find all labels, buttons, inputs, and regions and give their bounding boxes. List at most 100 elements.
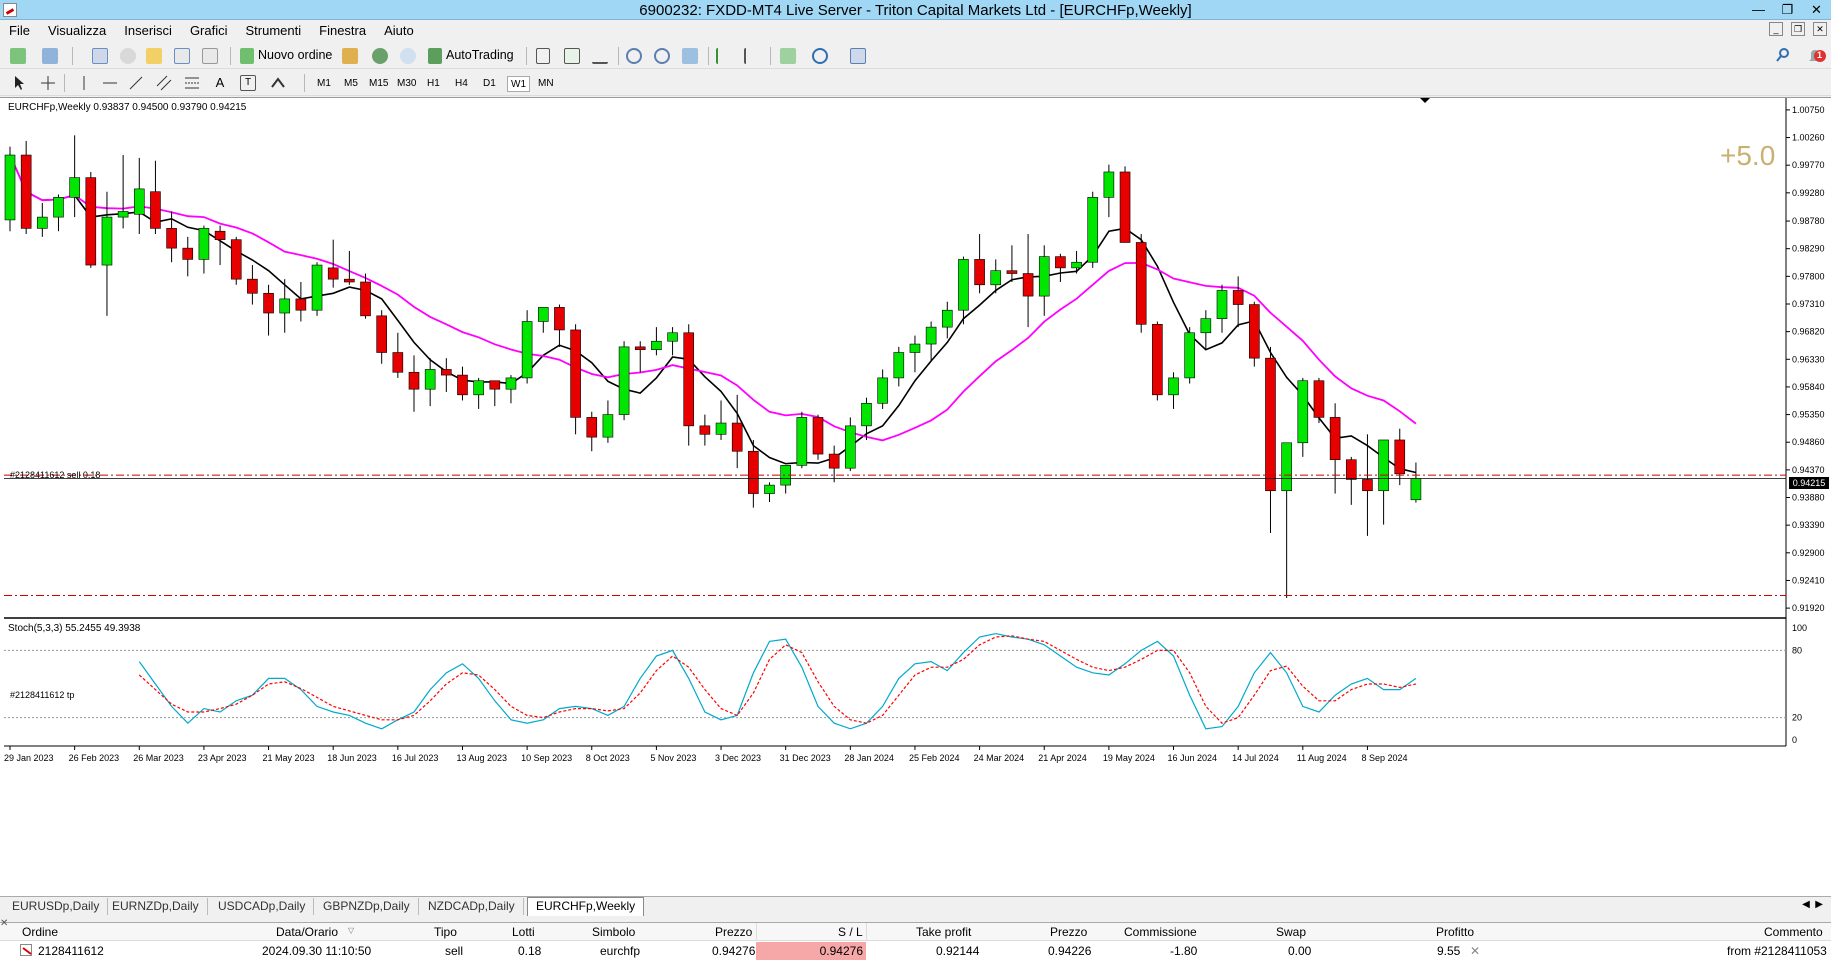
candle-body[interactable] <box>182 247 194 260</box>
mql5-community-icon[interactable] <box>400 48 416 64</box>
candle-body[interactable] <box>861 402 872 427</box>
candle-body[interactable] <box>247 278 258 294</box>
candle-body[interactable] <box>1119 171 1131 243</box>
candle-body[interactable] <box>925 326 937 345</box>
menu-file[interactable]: File <box>0 20 39 38</box>
candle-body[interactable] <box>473 380 484 396</box>
candle-body[interactable] <box>1103 171 1115 198</box>
candle-body[interactable] <box>1038 256 1050 297</box>
col-price[interactable]: Prezzo <box>715 925 752 939</box>
candle-body[interactable] <box>327 267 339 280</box>
candle-body[interactable] <box>651 340 662 350</box>
candle-body[interactable] <box>117 211 129 218</box>
candle-body[interactable] <box>1313 380 1325 418</box>
tf-w1[interactable]: W1 <box>507 76 530 92</box>
candle-body[interactable] <box>990 270 1002 286</box>
terminal-close-icon[interactable]: ✕ <box>0 918 8 929</box>
candle-body[interactable] <box>537 307 549 322</box>
vertical-line-icon[interactable] <box>76 75 92 91</box>
candle-body[interactable] <box>37 216 48 229</box>
tile-windows-icon[interactable] <box>682 48 698 64</box>
zoom-out-icon[interactable] <box>654 48 670 64</box>
candle-body[interactable] <box>618 346 630 415</box>
candle-body[interactable] <box>699 425 711 435</box>
candle-body[interactable] <box>554 307 565 331</box>
bar-chart-icon[interactable] <box>536 48 550 64</box>
candle-body[interactable] <box>586 417 598 438</box>
arrows-icon[interactable] <box>270 75 286 91</box>
candle-body[interactable] <box>1410 478 1422 501</box>
candle-body[interactable] <box>877 377 888 404</box>
horizontal-line-icon[interactable] <box>102 75 118 91</box>
candle-body[interactable] <box>812 417 824 455</box>
col-type[interactable]: Tipo <box>434 925 457 939</box>
chart-shift-icon[interactable] <box>716 48 732 64</box>
terminal-icon[interactable] <box>174 48 190 64</box>
candle-body[interactable] <box>958 259 969 311</box>
close-order-icon[interactable]: ✕ <box>1470 944 1480 958</box>
candle-body[interactable] <box>764 484 775 494</box>
candle-body[interactable] <box>408 371 420 390</box>
new-chart-icon[interactable] <box>10 48 26 64</box>
candle-body[interactable] <box>1006 270 1018 274</box>
templates-icon[interactable] <box>850 48 866 64</box>
candle-body[interactable] <box>715 422 727 435</box>
autotrading-button[interactable]: AutoTrading <box>446 48 514 62</box>
candle-body[interactable] <box>748 450 759 494</box>
new-order-button[interactable]: Nuovo ordine <box>258 48 332 62</box>
tab-gbpnzdp-daily[interactable]: GBPNZDp,Daily <box>315 898 419 915</box>
tab-eurnzdp-daily[interactable]: EURNZDp,Daily <box>104 898 208 915</box>
col-profit[interactable]: Profitto <box>1436 925 1474 939</box>
col-order[interactable]: Ordine <box>22 925 58 939</box>
strategy-tester-icon[interactable] <box>202 48 218 64</box>
candle-body[interactable] <box>1200 318 1212 334</box>
tf-h4[interactable]: H4 <box>452 76 471 92</box>
market-watch-icon[interactable] <box>92 48 108 64</box>
menu-view[interactable]: Visualizza <box>39 20 115 38</box>
col-current-price[interactable]: Prezzo <box>1050 925 1087 939</box>
candle-body[interactable] <box>1135 242 1147 325</box>
candle-body[interactable] <box>1281 442 1292 492</box>
col-time[interactable]: Data/Orario <box>276 925 338 939</box>
maximize-button[interactable]: ❐ <box>1773 0 1802 20</box>
search-icon[interactable] <box>1776 48 1789 64</box>
col-tp[interactable]: Take profit <box>916 925 971 939</box>
fibonacci-icon[interactable] <box>184 75 200 91</box>
text-label-icon[interactable]: T <box>240 75 256 91</box>
candle-body[interactable] <box>1345 459 1357 480</box>
auto-scroll-icon[interactable] <box>744 48 760 64</box>
tf-m1[interactable]: M1 <box>314 76 334 92</box>
candle-body[interactable] <box>893 352 905 379</box>
candle-body[interactable] <box>1216 290 1228 319</box>
col-swap[interactable]: Swap <box>1276 925 1306 939</box>
candle-body[interactable] <box>1394 439 1406 475</box>
candle-body[interactable] <box>1378 439 1389 492</box>
candle-body[interactable] <box>505 377 517 390</box>
tf-m15[interactable]: M15 <box>366 76 391 92</box>
candle-body[interactable] <box>101 216 113 266</box>
col-symbol[interactable]: Simbolo <box>592 925 635 939</box>
line-chart-icon[interactable] <box>592 48 608 64</box>
candle-body[interactable] <box>133 188 145 215</box>
candle-body[interactable] <box>360 281 371 317</box>
candle-body[interactable] <box>683 332 695 427</box>
col-commission[interactable]: Commissione <box>1124 925 1197 939</box>
candle-body[interactable] <box>602 414 614 438</box>
tf-m5[interactable]: M5 <box>341 76 361 92</box>
candle-body[interactable] <box>1055 256 1066 269</box>
indicators-icon[interactable] <box>780 48 796 64</box>
candle-body[interactable] <box>489 380 501 390</box>
autotrading-icon[interactable] <box>428 48 442 64</box>
candle-body[interactable] <box>424 369 436 390</box>
candle-body[interactable] <box>1071 261 1082 269</box>
candle-body[interactable] <box>279 298 291 314</box>
minimize-button[interactable]: — <box>1744 0 1773 20</box>
candle-body[interactable] <box>4 154 16 221</box>
tab-scroll-arrows[interactable]: ◀ ▶ <box>1802 899 1823 910</box>
candle-body[interactable] <box>941 309 953 328</box>
tab-eurusdp-daily[interactable]: EURUSDp,Daily <box>4 898 109 915</box>
periods-icon[interactable] <box>812 48 828 64</box>
col-comment[interactable]: Commento <box>1764 925 1823 939</box>
candle-body[interactable] <box>198 228 210 260</box>
candle-body[interactable] <box>1362 479 1373 492</box>
